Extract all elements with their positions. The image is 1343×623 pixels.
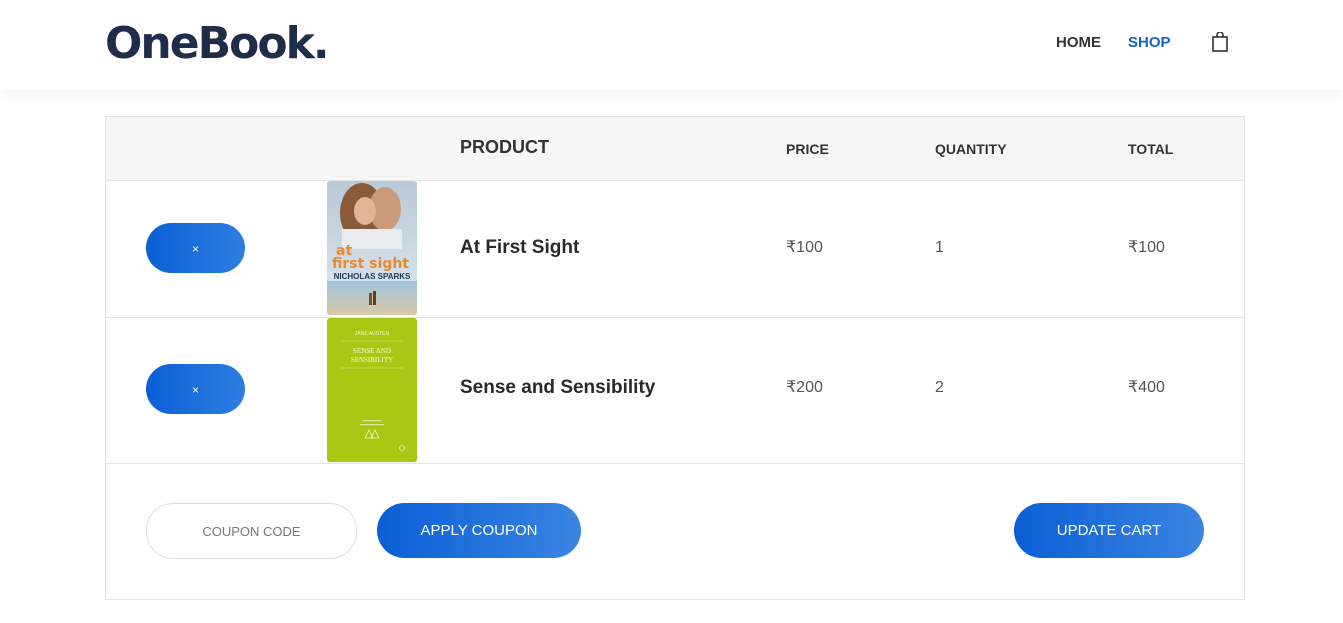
site-header: OneBook. HOME SHOP	[0, 0, 1343, 90]
book-cover-image[interactable]: JANE AUSTEN SENSE AND SENSIBILITY	[327, 318, 417, 462]
product-name[interactable]: Sense and Sensibility	[460, 376, 655, 400]
coupon-code-input[interactable]	[146, 503, 357, 559]
cover-title-line2: first sight	[332, 256, 409, 272]
remove-item-button[interactable]: ×	[146, 364, 245, 414]
cover-author: JANE AUSTEN	[355, 331, 390, 337]
shopping-bag-icon[interactable]	[1211, 32, 1229, 52]
product-quantity[interactable]: 1	[935, 238, 944, 258]
book-cover-image[interactable]: at first sight NICHOLAS SPARKS	[327, 181, 417, 315]
book-cover-art: JANE AUSTEN SENSE AND SENSIBILITY	[327, 318, 417, 462]
table-row: × at first sight NICHOLAS SPARKS At Firs…	[106, 181, 1244, 318]
header-quantity: QUANTITY	[935, 141, 1007, 157]
remove-item-button[interactable]: ×	[146, 223, 245, 273]
update-cart-button[interactable]: UPDATE CART	[1014, 503, 1204, 558]
table-row: × JANE AUSTEN SENSE AND SENSIBILITY Sens…	[106, 318, 1244, 464]
cart-table-header: PRODUCT PRICE QUANTITY TOTAL	[106, 117, 1244, 181]
cover-title-line1: SENSE AND	[353, 347, 391, 355]
header-product: PRODUCT	[460, 137, 549, 157]
product-quantity[interactable]: 2	[935, 378, 944, 398]
product-total: ₹400	[1128, 379, 1165, 396]
cover-title-line2: SENSIBILITY	[351, 356, 393, 364]
site-logo[interactable]: OneBook.	[105, 16, 330, 72]
header-total: TOTAL	[1128, 141, 1174, 157]
book-cover-art: at first sight NICHOLAS SPARKS	[327, 181, 417, 315]
apply-coupon-button[interactable]: APPLY COUPON	[377, 503, 581, 558]
product-price: ₹100	[786, 239, 823, 256]
product-price: ₹200	[786, 379, 823, 396]
cart-table: PRODUCT PRICE QUANTITY TOTAL × at first …	[105, 116, 1245, 600]
nav-shop-link[interactable]: SHOP	[1128, 34, 1171, 52]
nav-home-link[interactable]: HOME	[1056, 34, 1101, 52]
header-price: PRICE	[786, 141, 829, 157]
product-name[interactable]: At First Sight	[460, 236, 579, 260]
product-total: ₹100	[1128, 239, 1165, 256]
cover-author: NICHOLAS SPARKS	[334, 272, 411, 281]
